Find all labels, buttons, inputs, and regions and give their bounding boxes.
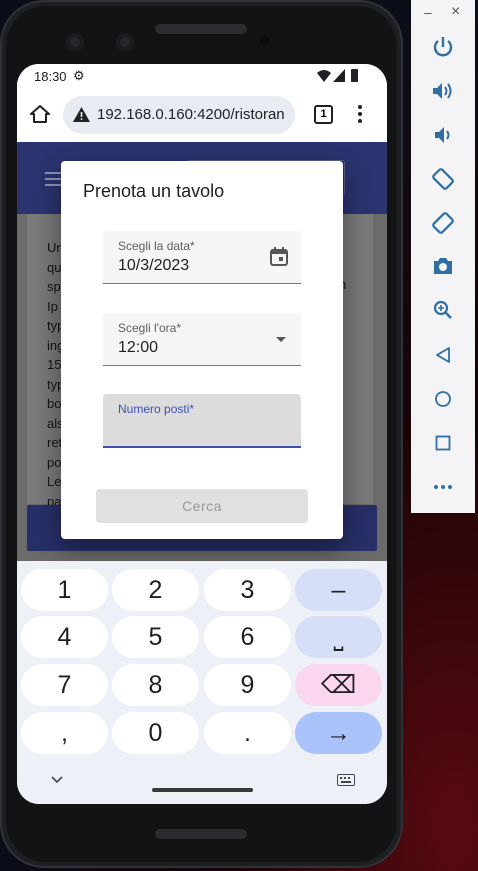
tab-switcher-button[interactable]: 1 [314, 105, 333, 124]
seats-field-label: Numero posti* [118, 402, 195, 416]
key-period[interactable]: . [204, 712, 291, 754]
keyboard-switch-icon[interactable] [337, 774, 355, 786]
time-field-value: 12:00 [118, 339, 159, 356]
key-space[interactable]: ⎵ [295, 616, 382, 658]
signal-icon [333, 69, 345, 82]
bottom-speaker [155, 829, 247, 839]
dialog-title: Prenota un tavolo [83, 181, 225, 201]
settings-gear-icon: ⚙ [73, 68, 85, 83]
rotate-left-icon[interactable] [431, 167, 455, 191]
key-0[interactable]: 0 [112, 712, 199, 754]
menu-icon[interactable] [45, 172, 61, 186]
search-button[interactable]: Cerca [96, 489, 308, 523]
home-circle-icon[interactable] [434, 390, 452, 408]
key-minus[interactable]: – [295, 569, 382, 611]
key-2[interactable]: 2 [112, 569, 199, 611]
overview-icon[interactable] [435, 435, 451, 451]
calendar-icon[interactable] [270, 247, 288, 266]
key-8[interactable]: 8 [112, 664, 199, 706]
navigation-handle[interactable] [152, 788, 253, 792]
key-comma[interactable]: , [21, 712, 108, 754]
key-enter[interactable]: → [295, 712, 382, 754]
hide-keyboard-icon[interactable] [51, 776, 63, 784]
battery-icon [351, 69, 358, 82]
date-field-value: 10/3/2023 [118, 257, 190, 274]
url-bar[interactable]: 192.168.0.160:4200/ristoran [63, 96, 295, 134]
proximity-sensor [260, 36, 270, 46]
earpiece-speaker [155, 24, 247, 34]
phone-screen: 18:30 ⚙ 192.168.0.160:4200/ristoran 1 Ur… [17, 64, 387, 804]
volume-up-icon[interactable] [431, 80, 455, 102]
minimize-button[interactable]: – [424, 4, 432, 20]
key-backspace[interactable]: ⌫ [295, 664, 382, 706]
time-field[interactable]: Scegli l'ora* 12:00 [103, 313, 301, 366]
reservation-dialog: Prenota un tavolo Scegli la data* 10/3/2… [61, 161, 343, 539]
camera-icon[interactable] [432, 256, 454, 276]
date-field-label: Scegli la data* [118, 239, 195, 253]
zoom-icon[interactable] [433, 300, 453, 320]
wifi-icon [317, 70, 331, 82]
numeric-keyboard: 1 2 3– 4 5 6 ⎵ 7 8 9 ⌫, 0. → [17, 561, 387, 804]
rotate-right-icon[interactable] [431, 211, 455, 235]
status-bar: 18:30 ⚙ [17, 64, 387, 88]
more-icon[interactable] [433, 484, 453, 490]
back-icon[interactable] [435, 346, 451, 364]
emulator-control-panel: – × [411, 0, 475, 513]
front-camera-icon [66, 33, 84, 51]
key-3[interactable]: 3 [204, 569, 291, 611]
key-9[interactable]: 9 [204, 664, 291, 706]
date-field[interactable]: Scegli la data* 10/3/2023 [103, 231, 301, 284]
key-6[interactable]: 6 [204, 616, 291, 658]
browser-toolbar: 192.168.0.160:4200/ristoran 1 [17, 88, 387, 142]
dropdown-arrow-icon[interactable] [276, 337, 286, 342]
browser-menu-icon[interactable] [357, 104, 363, 126]
status-time: 18:30 [34, 69, 67, 84]
time-field-label: Scegli l'ora* [118, 321, 181, 335]
front-sensor-icon [116, 33, 134, 51]
seats-field[interactable]: Numero posti* [103, 394, 301, 448]
key-4[interactable]: 4 [21, 616, 108, 658]
key-7[interactable]: 7 [21, 664, 108, 706]
warning-icon [73, 107, 90, 122]
home-icon[interactable] [29, 104, 51, 124]
close-button[interactable]: × [451, 3, 460, 21]
url-text: 192.168.0.160:4200/ristoran [97, 106, 285, 123]
power-icon[interactable] [432, 36, 454, 58]
key-1[interactable]: 1 [21, 569, 108, 611]
key-5[interactable]: 5 [112, 616, 199, 658]
volume-down-icon[interactable] [433, 124, 455, 146]
